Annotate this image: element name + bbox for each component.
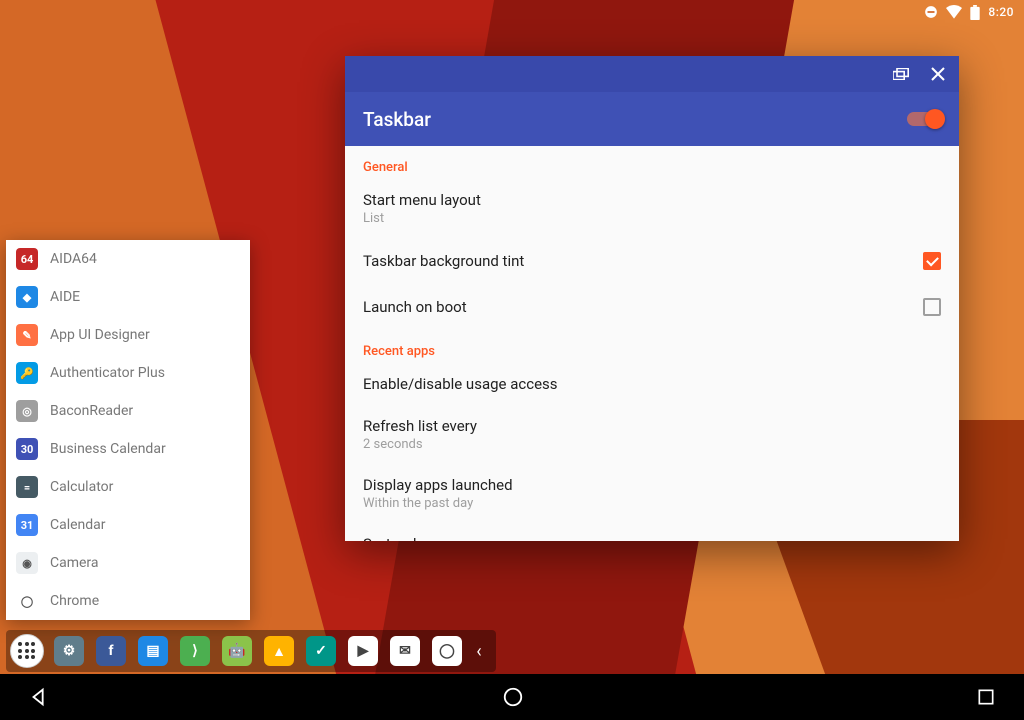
taskbar-icon-pushbullet[interactable]: ⟩ bbox=[174, 630, 216, 672]
app-icon: ◎ bbox=[16, 400, 38, 422]
settings-title: Taskbar bbox=[363, 108, 431, 131]
taskbar-icon-drive[interactable]: ▲ bbox=[258, 630, 300, 672]
close-window-icon[interactable] bbox=[931, 67, 945, 81]
app-list-item[interactable]: ✎ App UI Designer bbox=[6, 316, 250, 354]
start-menu-app-list[interactable]: 64 AIDA64 ◆ AIDE ✎ App UI Designer 🔑 Authentica… bbox=[6, 240, 250, 620]
app-icon: ◉ bbox=[16, 552, 38, 574]
taskbar-icon-android[interactable]: 🤖 bbox=[216, 630, 258, 672]
app-icon: 30 bbox=[16, 438, 38, 460]
taskbar-settings-window: Taskbar General Start menu layout List T… bbox=[345, 56, 959, 541]
app-icon: ◆ bbox=[16, 286, 38, 308]
app-icon: = bbox=[16, 476, 38, 498]
section-header-general: General bbox=[345, 146, 959, 179]
app-label: BaconReader bbox=[50, 403, 133, 419]
row-refresh-list[interactable]: Refresh list every 2 seconds bbox=[345, 405, 959, 464]
app-label: Calculator bbox=[50, 479, 113, 495]
app-label: Authenticator Plus bbox=[50, 365, 165, 381]
wifi-icon bbox=[946, 5, 962, 19]
taskbar-icon-play[interactable]: ▶ bbox=[342, 630, 384, 672]
app-label: AIDA64 bbox=[50, 251, 97, 267]
checkbox-taskbar-bg-tint[interactable] bbox=[923, 252, 941, 270]
settings-header: Taskbar bbox=[345, 92, 959, 146]
app-icon: ✎ bbox=[16, 324, 38, 346]
app-label: Calendar bbox=[50, 517, 106, 533]
row-taskbar-bg-tint[interactable]: Taskbar background tint bbox=[345, 238, 959, 284]
status-bar: 8:20 bbox=[914, 0, 1024, 24]
app-icon: 31 bbox=[16, 514, 38, 536]
app-list-item[interactable]: ◎ BaconReader bbox=[6, 392, 250, 430]
app-list-item[interactable]: 31 Calendar bbox=[6, 506, 250, 544]
nav-home-icon[interactable] bbox=[502, 686, 524, 708]
taskbar-icon-settings[interactable]: ⚙ bbox=[48, 630, 90, 672]
app-list-item[interactable]: ◆ AIDE bbox=[6, 278, 250, 316]
row-display-apps-launched[interactable]: Display apps launched Within the past da… bbox=[345, 464, 959, 523]
nav-recents-icon[interactable] bbox=[976, 687, 996, 707]
restore-window-icon[interactable] bbox=[893, 68, 909, 80]
app-icon: 🔑 bbox=[16, 362, 38, 384]
window-titlebar bbox=[345, 56, 959, 92]
app-label: Chrome bbox=[50, 593, 99, 609]
app-list-item[interactable]: 🔑 Authenticator Plus bbox=[6, 354, 250, 392]
nav-back-icon[interactable] bbox=[28, 686, 50, 708]
row-sort-order[interactable]: Sort order bbox=[345, 523, 959, 541]
taskbar-icon-gmail[interactable]: ✉ bbox=[384, 630, 426, 672]
taskbar-collapse-icon[interactable]: ‹ bbox=[468, 641, 490, 662]
app-list-item[interactable]: ◯ Chrome bbox=[6, 582, 250, 620]
settings-content[interactable]: General Start menu layout List Taskbar b… bbox=[345, 146, 959, 541]
app-list-item[interactable]: 30 Business Calendar bbox=[6, 430, 250, 468]
apps-button[interactable] bbox=[6, 630, 48, 672]
taskbar-icon-checkmark[interactable]: ✓ bbox=[300, 630, 342, 672]
section-header-recent-apps: Recent apps bbox=[345, 330, 959, 363]
status-clock: 8:20 bbox=[988, 5, 1014, 19]
app-list-item[interactable]: 64 AIDA64 bbox=[6, 240, 250, 278]
app-list-item[interactable]: ◉ Camera bbox=[6, 544, 250, 582]
checkbox-launch-on-boot[interactable] bbox=[923, 298, 941, 316]
dnd-icon bbox=[924, 5, 938, 19]
app-icon: 64 bbox=[16, 248, 38, 270]
row-usage-access[interactable]: Enable/disable usage access bbox=[345, 363, 959, 405]
app-label: App UI Designer bbox=[50, 327, 150, 343]
taskbar-icon-facebook[interactable]: f bbox=[90, 630, 132, 672]
taskbar-icon-notes[interactable]: ▤ bbox=[132, 630, 174, 672]
app-list-item[interactable]: = Calculator bbox=[6, 468, 250, 506]
row-start-menu-layout[interactable]: Start menu layout List bbox=[345, 179, 959, 238]
taskbar: ⚙f▤⟩🤖▲✓▶✉◯‹ bbox=[6, 630, 496, 672]
battery-icon bbox=[970, 5, 980, 20]
app-label: AIDE bbox=[50, 289, 80, 305]
taskbar-icon-chrome[interactable]: ◯ bbox=[426, 630, 468, 672]
taskbar-enable-toggle[interactable] bbox=[907, 112, 941, 126]
row-launch-on-boot[interactable]: Launch on boot bbox=[345, 284, 959, 330]
app-label: Business Calendar bbox=[50, 441, 166, 457]
app-label: Camera bbox=[50, 555, 99, 571]
android-nav-bar bbox=[0, 674, 1024, 720]
app-icon: ◯ bbox=[16, 590, 38, 612]
